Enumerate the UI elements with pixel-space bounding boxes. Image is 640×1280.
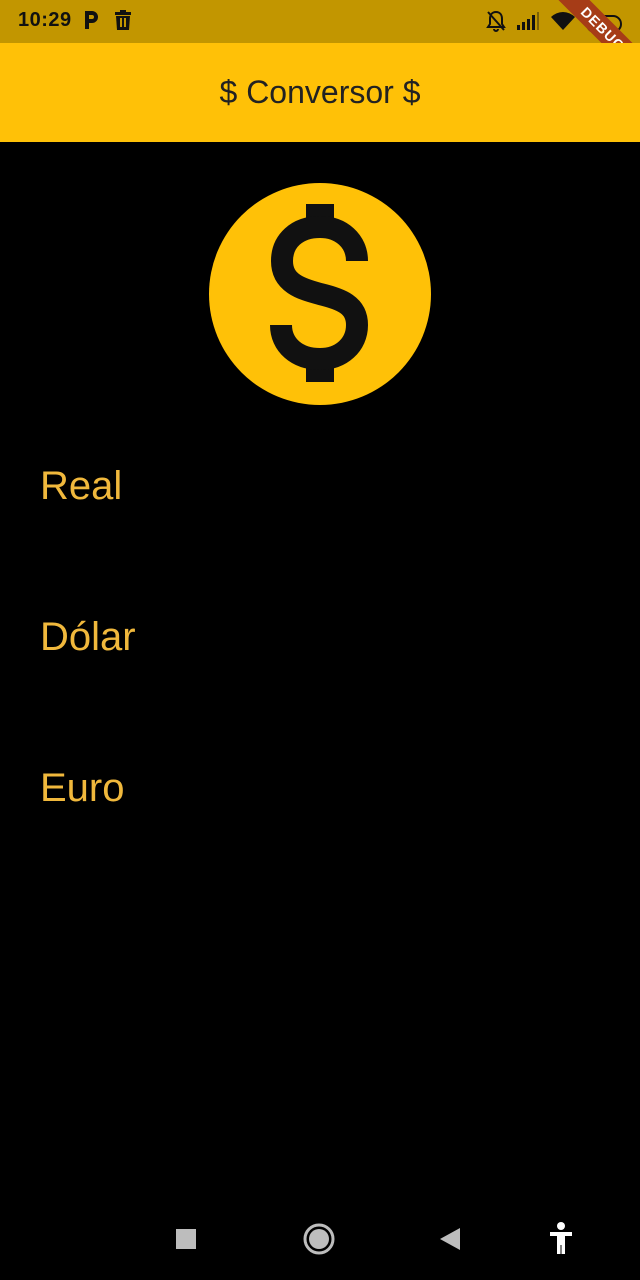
- monetization-coin-icon: [209, 183, 431, 405]
- navigation-bar: [0, 1200, 640, 1280]
- page-title: $ Conversor $: [219, 74, 421, 110]
- parking-icon: [82, 9, 100, 36]
- app-bar: $ Conversor $: [0, 43, 640, 142]
- label-euro: Euro: [40, 766, 125, 810]
- back-triangle-icon[interactable]: [438, 1220, 462, 1265]
- recents-square-icon[interactable]: [175, 1220, 197, 1265]
- status-time: 10:29: [18, 9, 72, 31]
- trash-icon: [114, 9, 132, 36]
- status-left-icons: [82, 9, 132, 36]
- status-bar: 10:29 DEBUG: [0, 0, 640, 90]
- label-real: Real: [40, 464, 123, 508]
- accessibility-icon[interactable]: [548, 1220, 574, 1265]
- signal-icon: [516, 11, 540, 36]
- home-circle-icon[interactable]: [302, 1220, 336, 1265]
- bell-off-icon: [486, 10, 506, 37]
- wifi-icon: [550, 11, 576, 36]
- label-dolar: Dólar: [40, 615, 136, 659]
